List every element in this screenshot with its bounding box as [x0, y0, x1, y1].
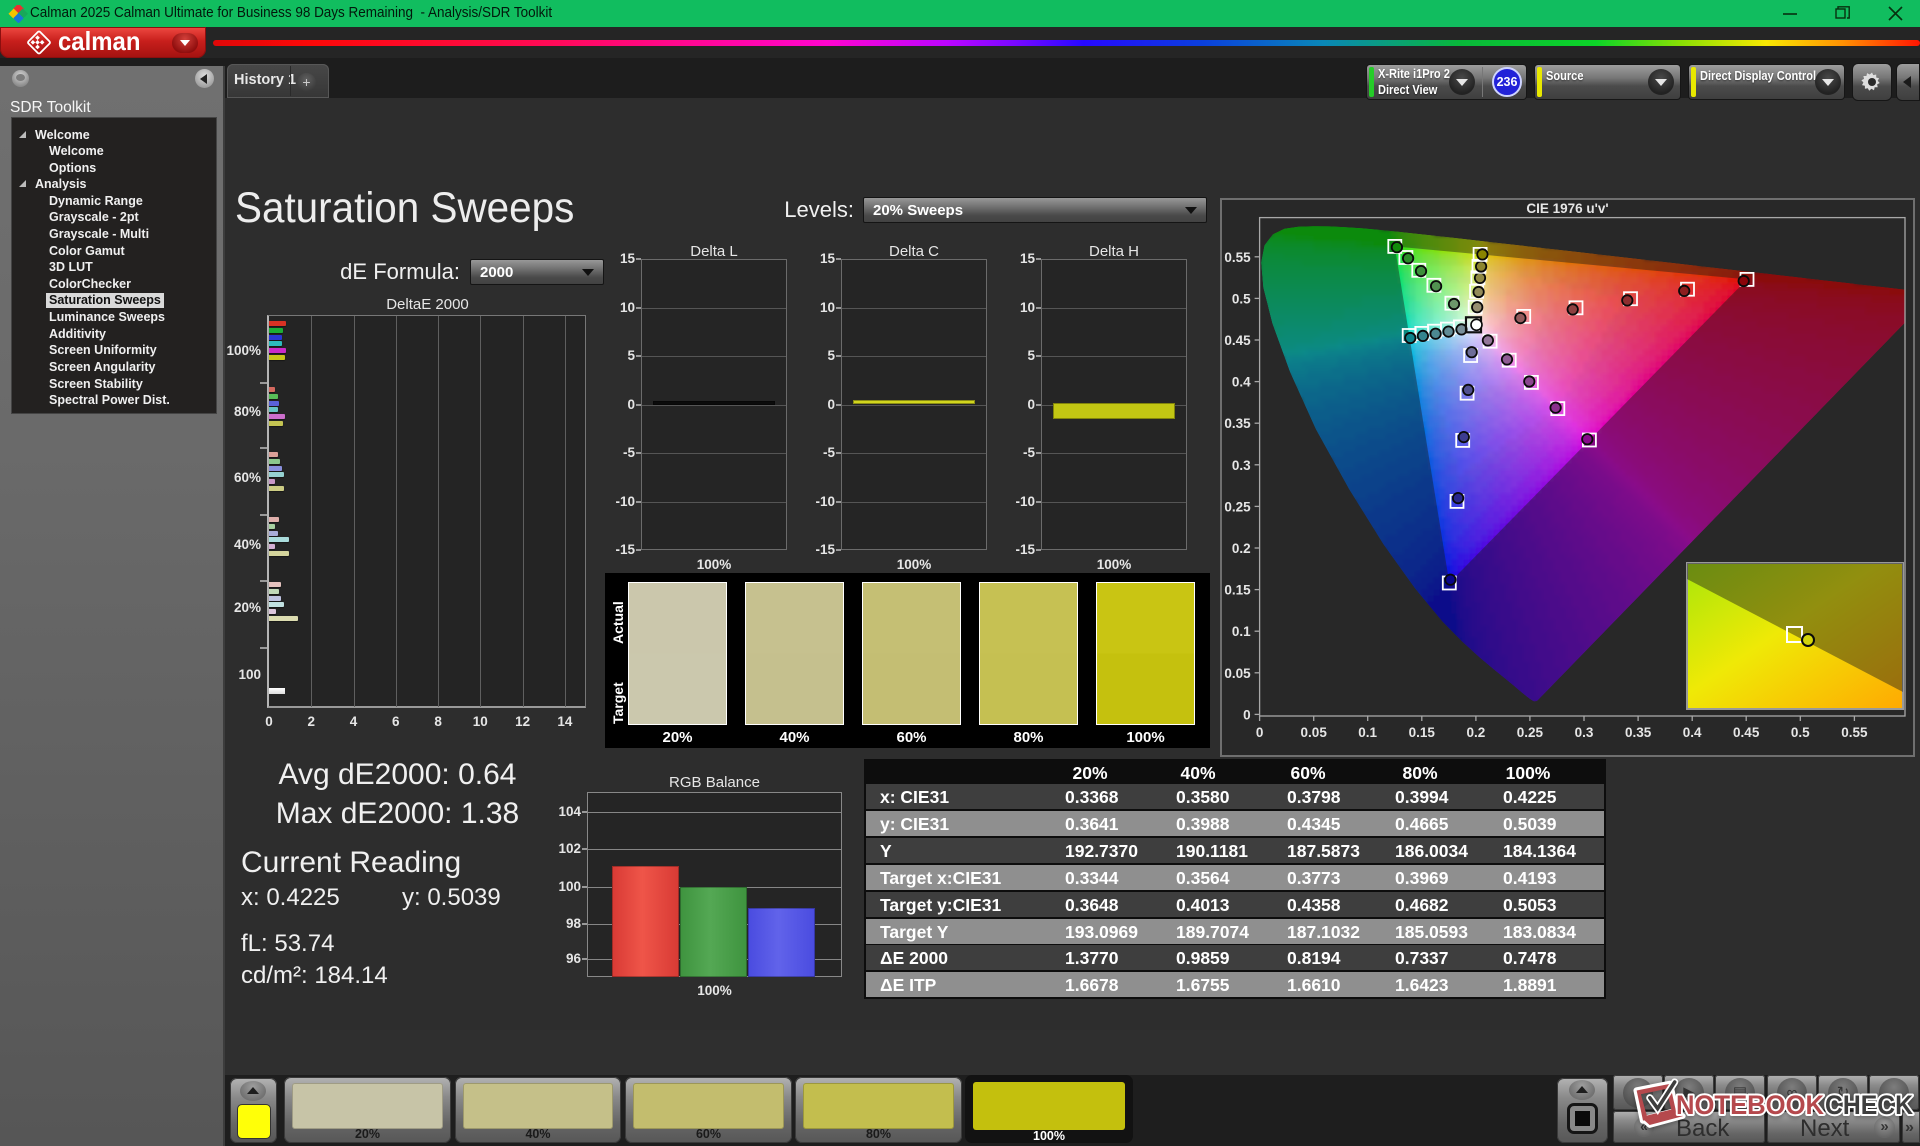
svg-text:0.05: 0.05	[1224, 666, 1251, 681]
svg-text:0.55: 0.55	[1841, 725, 1868, 740]
svg-text:0.5: 0.5	[1791, 725, 1810, 740]
svg-text:0.45: 0.45	[1733, 725, 1760, 740]
svg-text:0: 0	[1243, 707, 1251, 722]
svg-text:CHECK: CHECK	[1825, 1090, 1913, 1120]
svg-text:0.15: 0.15	[1224, 583, 1251, 598]
svg-text:0.25: 0.25	[1517, 725, 1544, 740]
svg-text:0.55: 0.55	[1224, 250, 1251, 265]
svg-text:0.4: 0.4	[1683, 725, 1702, 740]
svg-text:0.45: 0.45	[1224, 333, 1251, 348]
svg-text:NOTEBOOK: NOTEBOOK	[1676, 1090, 1824, 1120]
svg-text:0.05: 0.05	[1301, 725, 1328, 740]
svg-text:0.4: 0.4	[1232, 375, 1251, 390]
svg-text:0.35: 0.35	[1224, 416, 1251, 431]
svg-text:0.25: 0.25	[1224, 499, 1251, 514]
svg-text:0.1: 0.1	[1232, 624, 1251, 639]
svg-text:0.1: 0.1	[1358, 725, 1377, 740]
svg-text:0.2: 0.2	[1232, 541, 1251, 556]
svg-text:0.35: 0.35	[1625, 725, 1652, 740]
svg-text:0.15: 0.15	[1409, 725, 1436, 740]
svg-text:0: 0	[1256, 725, 1264, 740]
svg-text:0.5: 0.5	[1232, 291, 1251, 306]
svg-text:0.3: 0.3	[1575, 725, 1594, 740]
svg-text:0.2: 0.2	[1467, 725, 1486, 740]
svg-text:0.3: 0.3	[1232, 458, 1251, 473]
